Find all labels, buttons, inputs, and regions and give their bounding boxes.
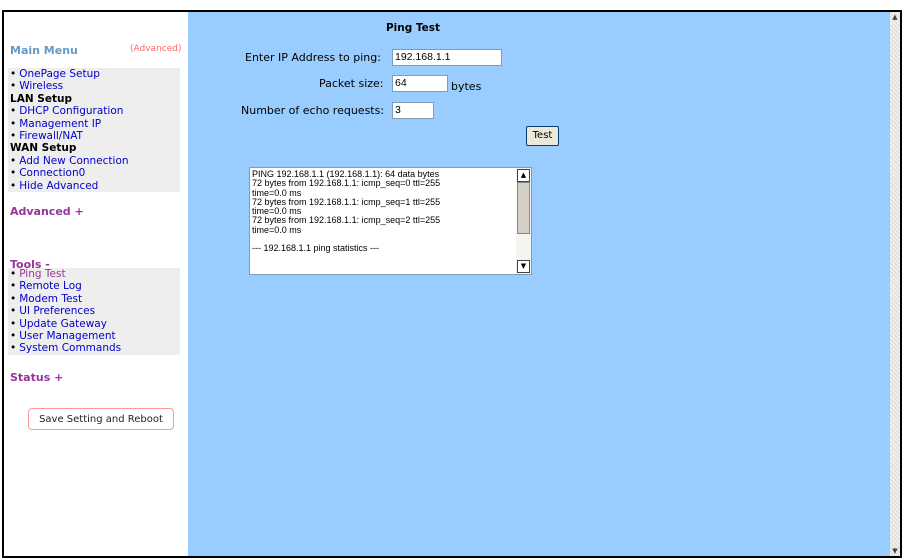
tools-item-label: Ping Test	[19, 268, 66, 280]
tools-menu-list: • Ping Test • Remote Log • Modem Test • UI Pref…	[8, 268, 180, 355]
save-and-reboot-button[interactable]: Save Setting and Reboot	[28, 408, 174, 430]
echo-requests-label: Number of echo requests:	[241, 104, 385, 117]
menu-section-header: WAN Setup	[10, 142, 77, 155]
advanced-section-toggle[interactable]: Advanced +	[10, 205, 84, 218]
page-scroll-down-icon[interactable]: ▼	[890, 546, 900, 556]
bullet-icon: •	[10, 68, 17, 80]
sidebar-item-label: Add New Connection	[19, 154, 129, 167]
page-scrollbar[interactable]: ▲ ▼	[889, 12, 900, 556]
page-scroll-up-icon[interactable]: ▲	[890, 12, 900, 22]
page-title: Ping Test	[385, 22, 441, 34]
ping-output-textarea[interactable]: PING 192.168.1.1 (192.168.1.1): 64 data …	[249, 167, 532, 275]
tools-item[interactable]: • Modem Test	[8, 293, 180, 305]
bullet-icon: •	[10, 167, 17, 180]
bullet-icon: •	[10, 305, 17, 318]
bullet-icon: •	[10, 130, 17, 143]
sidebar-item-label: Management IP	[19, 117, 102, 130]
sidebar-item[interactable]: • OnePage Setup	[8, 68, 180, 80]
ip-address-label: Enter IP Address to ping:	[245, 51, 381, 64]
tools-item-label: System Commands	[19, 342, 122, 355]
tools-item[interactable]: • System Commands	[8, 342, 180, 354]
test-button[interactable]: Test	[526, 126, 559, 146]
menu-section-header: LAN Setup	[10, 92, 72, 105]
bullet-icon: •	[10, 268, 17, 280]
tools-item-label: Update Gateway	[19, 317, 107, 330]
packet-size-input[interactable]: 64	[392, 75, 448, 92]
packet-size-unit: bytes	[451, 80, 482, 93]
browser-frame: Main Menu (Advanced) • OnePage Setup • Wire…	[2, 10, 902, 558]
tools-item[interactable]: • User Management	[8, 330, 180, 342]
sidebar-item[interactable]: • DHCP Configuration	[8, 105, 180, 117]
ping-output-text: PING 192.168.1.1 (192.168.1.1): 64 data …	[252, 169, 514, 254]
bullet-icon: •	[10, 117, 17, 130]
sidebar-item[interactable]: • Management IP	[8, 118, 180, 130]
scroll-up-arrow-icon[interactable]: ▲	[517, 169, 530, 182]
tools-item[interactable]: • Ping Test	[8, 268, 180, 280]
sidebar-item-label: DHCP Configuration	[19, 105, 124, 118]
sidebar: Main Menu (Advanced) • OnePage Setup • Wire…	[4, 12, 188, 556]
bullet-icon: •	[10, 292, 17, 305]
bullet-icon: •	[10, 342, 17, 355]
bullet-icon: •	[10, 317, 17, 330]
sidebar-item-label: Connection0	[19, 167, 86, 180]
tools-item-label: User Management	[19, 330, 116, 343]
bullet-icon: •	[10, 280, 17, 293]
sidebar-item[interactable]: • Hide Advanced	[8, 180, 180, 192]
sidebar-item-label: Firewall/NAT	[19, 130, 83, 143]
output-scroll-thumb[interactable]	[517, 182, 530, 234]
packet-size-label: Packet size:	[319, 77, 384, 90]
bullet-icon: •	[10, 330, 17, 343]
advanced-toggle-link[interactable]: (Advanced)	[130, 44, 181, 54]
sidebar-item[interactable]: • Connection0	[8, 167, 180, 179]
tools-item-label: Modem Test	[19, 292, 83, 305]
tools-item[interactable]: • Remote Log	[8, 280, 180, 292]
status-section-toggle[interactable]: Status +	[10, 371, 63, 384]
sidebar-item-label: Wireless	[19, 80, 64, 93]
tools-item[interactable]: • UI Preferences	[8, 305, 180, 317]
main-content: Ping Test Enter IP Address to ping: 192.…	[188, 12, 889, 556]
echo-requests-input[interactable]: 3	[392, 102, 434, 119]
bullet-icon: •	[10, 179, 17, 192]
sidebar-item-label: OnePage Setup	[19, 68, 100, 80]
scroll-down-arrow-icon[interactable]: ▼	[517, 260, 530, 273]
sidebar-item-label: Hide Advanced	[19, 179, 99, 192]
sidebar-item[interactable]: • Wireless	[8, 80, 180, 92]
main-menu-title: Main Menu	[10, 44, 78, 57]
bullet-icon: •	[10, 154, 17, 167]
sidebar-item[interactable]: • Add New Connection	[8, 155, 180, 167]
main-menu-list: • OnePage Setup • Wireless LAN Setup • DHCP Co…	[8, 68, 180, 193]
tools-item-label: UI Preferences	[19, 305, 96, 318]
bullet-icon: •	[10, 80, 17, 93]
output-line: --- 192.168.1.1 ping statistics ---	[252, 243, 380, 254]
tools-item-label: Remote Log	[19, 280, 82, 293]
output-line: time=0.0 ms	[252, 224, 302, 235]
ip-address-input[interactable]: 192.168.1.1	[392, 49, 502, 66]
tools-item[interactable]: • Update Gateway	[8, 318, 180, 330]
bullet-icon: •	[10, 105, 17, 118]
sidebar-item[interactable]: • Firewall/NAT	[8, 130, 180, 142]
output-scrollbar[interactable]: ▲ ▼	[516, 168, 531, 274]
